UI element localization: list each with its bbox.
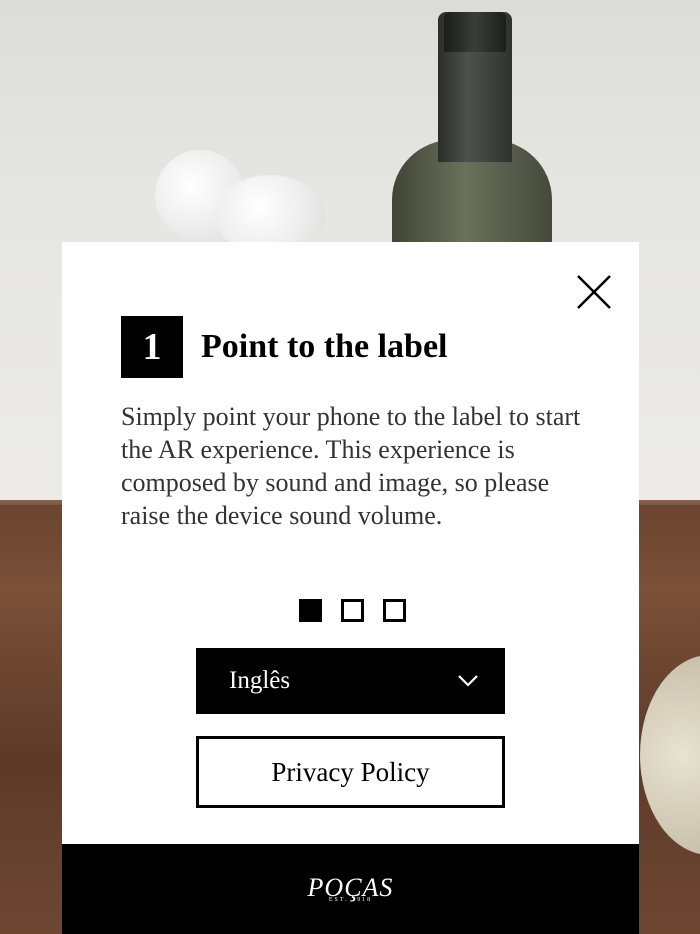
chevron-down-icon: [458, 675, 478, 687]
page-indicator-1[interactable]: [299, 599, 322, 622]
privacy-policy-button[interactable]: Privacy Policy: [196, 736, 505, 808]
bottle-cap: [444, 12, 506, 52]
close-button[interactable]: [574, 272, 614, 312]
privacy-policy-label: Privacy Policy: [271, 756, 430, 787]
close-icon: [577, 275, 611, 309]
brand-logo: POÇAS EST. 1918: [308, 875, 394, 904]
step-number: 1: [121, 316, 183, 378]
language-select[interactable]: Inglês: [196, 648, 505, 714]
page-indicator-3[interactable]: [383, 599, 406, 622]
footer-bar: POÇAS EST. 1918: [62, 844, 639, 934]
page-indicator-2[interactable]: [341, 599, 364, 622]
step-header: 1 Point to the label: [121, 316, 447, 378]
onboarding-modal: 1 Point to the label Simply point your p…: [62, 242, 639, 934]
language-selected-value: Inglês: [229, 667, 291, 694]
step-description: Simply point your phone to the label to …: [121, 402, 581, 530]
pagination-dots: [299, 599, 406, 622]
step-title: Point to the label: [201, 328, 448, 365]
